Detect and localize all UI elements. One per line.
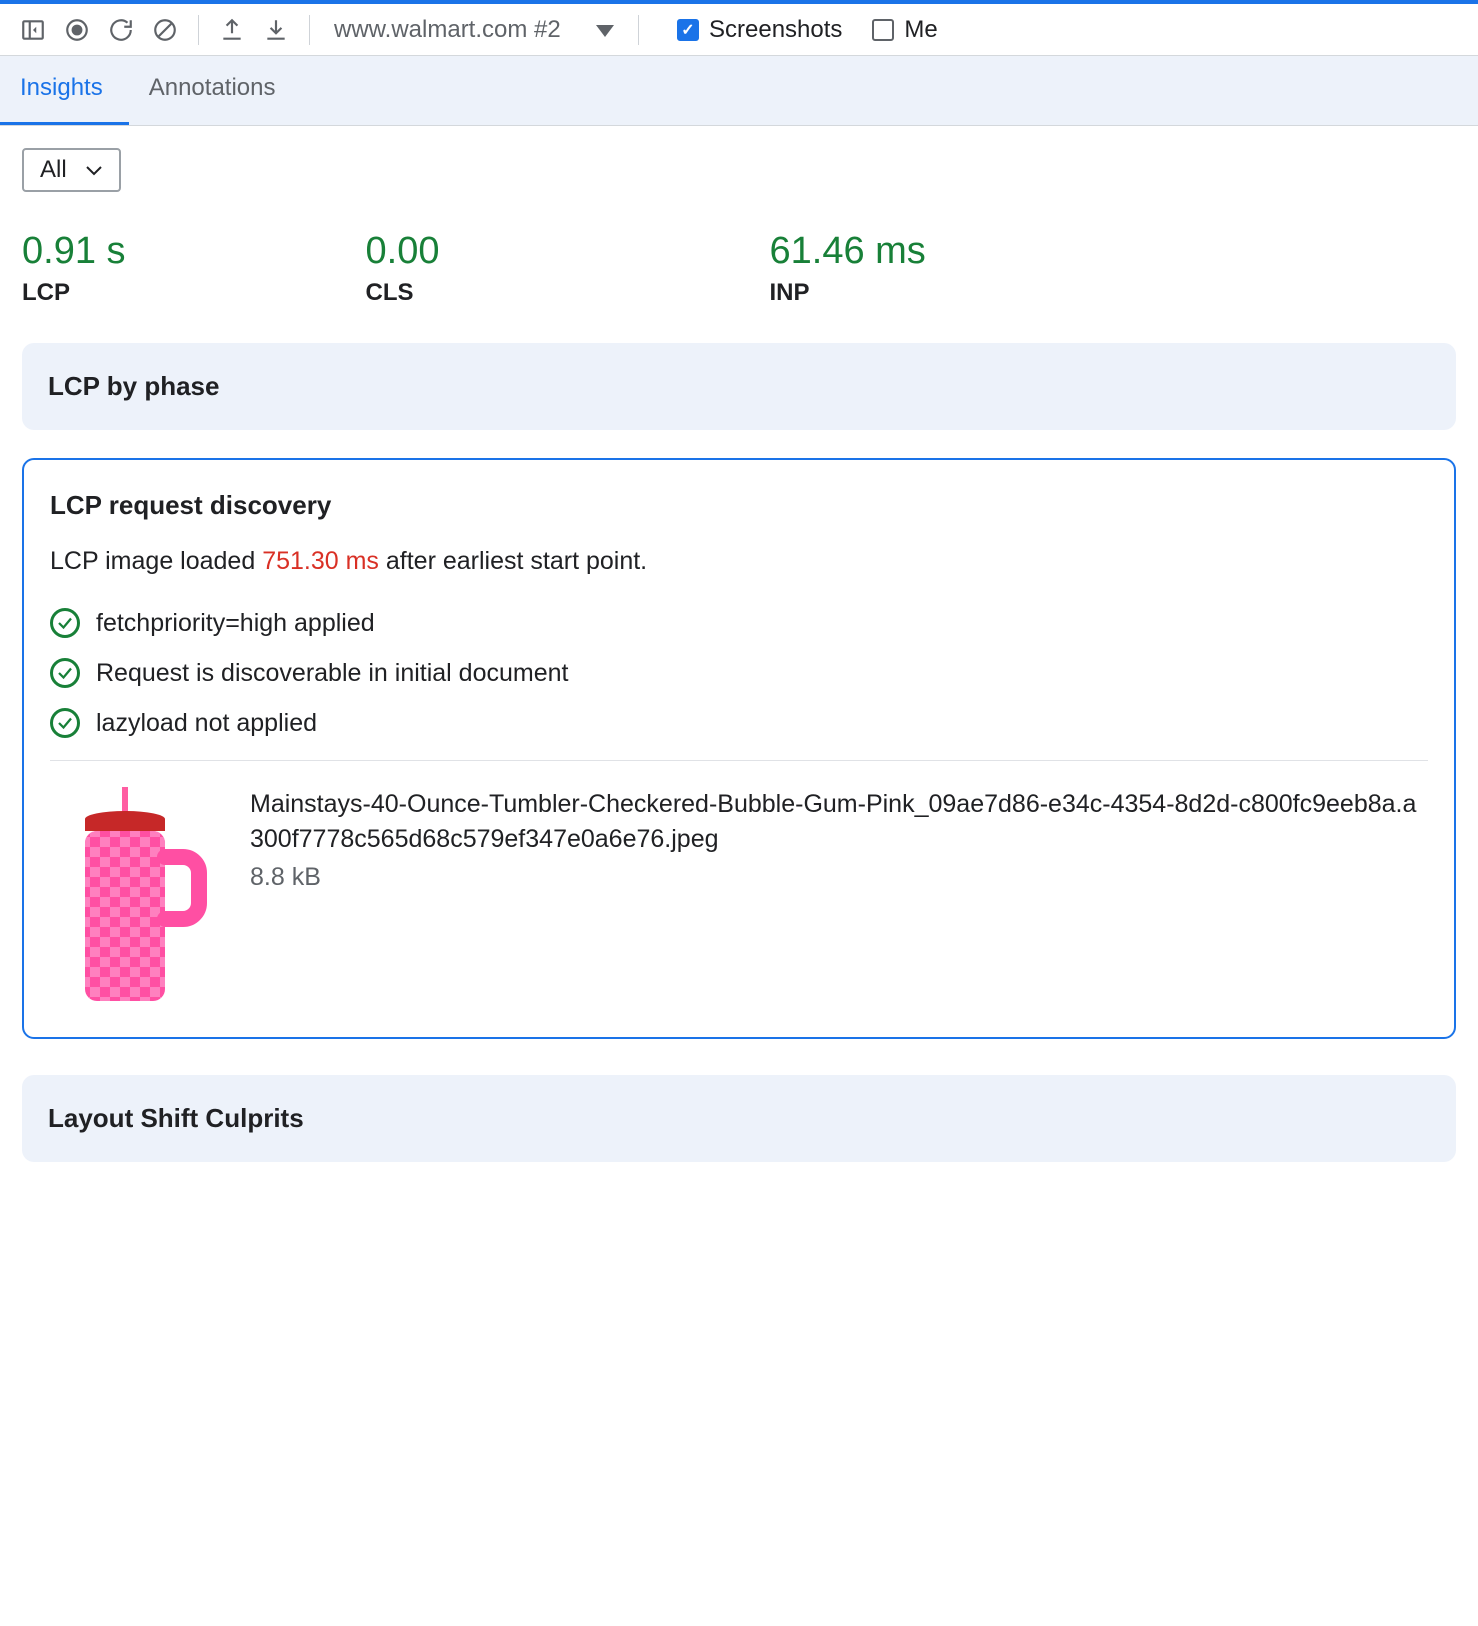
check-label: Request is discoverable in initial docum… [96,659,568,688]
metric-value: 61.46 ms [770,230,926,273]
chevron-down-icon [596,16,614,44]
screenshots-checkbox[interactable]: Screenshots [677,16,842,44]
lcp-filesize: 8.8 kB [250,863,1428,892]
lcp-media: Mainstays-40-Ounce-Tumbler-Checkered-Bub… [50,787,1428,1007]
recording-label: www.walmart.com #2 [334,16,561,44]
record-icon[interactable] [58,11,96,49]
divider [50,760,1428,761]
tab-annotations[interactable]: Annotations [129,56,302,125]
filter-selected: All [40,156,67,184]
check-label: lazyload not applied [96,709,317,738]
check-item: lazyload not applied [50,708,1428,738]
metric-inp[interactable]: 61.46 ms INP [770,230,926,307]
filter-select[interactable]: All [22,148,121,192]
dock-left-icon[interactable] [14,11,52,49]
summary-suffix: after earliest start point. [379,547,647,575]
discovery-summary: LCP image loaded 751.30 ms after earlies… [50,547,1428,576]
chevron-down-icon [85,156,103,184]
tab-bar: Insights Annotations [0,56,1478,126]
check-item: Request is discoverable in initial docum… [50,658,1428,688]
upload-icon[interactable] [213,11,251,49]
check-label: fetchpriority=high applied [96,609,375,638]
metric-value: 0.00 [366,230,440,273]
check-icon [50,708,80,738]
discovery-checklist: fetchpriority=high applied Request is di… [50,608,1428,738]
metric-lcp[interactable]: 0.91 s LCP [22,230,126,307]
summary-delay: 751.30 ms [262,547,379,575]
summary-prefix: LCP image loaded [50,547,262,575]
card-title: LCP request discovery [50,490,1428,521]
clear-icon[interactable] [146,11,184,49]
lcp-thumbnail[interactable] [50,787,210,1007]
check-icon [50,608,80,638]
metric-label: CLS [366,279,440,307]
checkbox-label: Me [904,16,937,44]
checkbox-label: Screenshots [709,16,842,44]
checkbox-icon [872,19,894,41]
separator [638,15,639,45]
checkbox-icon [677,19,699,41]
memory-checkbox[interactable]: Me [872,16,937,44]
card-lcp-by-phase[interactable]: LCP by phase [22,343,1456,430]
metric-value: 0.91 s [22,230,126,273]
metric-cls[interactable]: 0.00 CLS [366,230,440,307]
download-icon[interactable] [257,11,295,49]
card-lcp-request-discovery[interactable]: LCP request discovery LCP image loaded 7… [22,458,1456,1039]
metrics-row: 0.91 s LCP 0.00 CLS 61.46 ms INP [22,230,1456,307]
separator [309,15,310,45]
toolbar: www.walmart.com #2 Screenshots Me [0,0,1478,56]
reload-icon[interactable] [102,11,140,49]
tab-insights[interactable]: Insights [0,56,129,125]
check-icon [50,658,80,688]
lcp-filename: Mainstays-40-Ounce-Tumbler-Checkered-Bub… [250,787,1428,857]
recording-selector[interactable]: www.walmart.com #2 [324,16,624,44]
metric-label: INP [770,279,926,307]
card-layout-shift-culprits[interactable]: Layout Shift Culprits [22,1075,1456,1162]
content: All 0.91 s LCP 0.00 CLS 61.46 ms INP LCP… [0,126,1478,1184]
metric-label: LCP [22,279,126,307]
check-item: fetchpriority=high applied [50,608,1428,638]
separator [198,15,199,45]
lcp-media-info: Mainstays-40-Ounce-Tumbler-Checkered-Bub… [250,787,1428,892]
